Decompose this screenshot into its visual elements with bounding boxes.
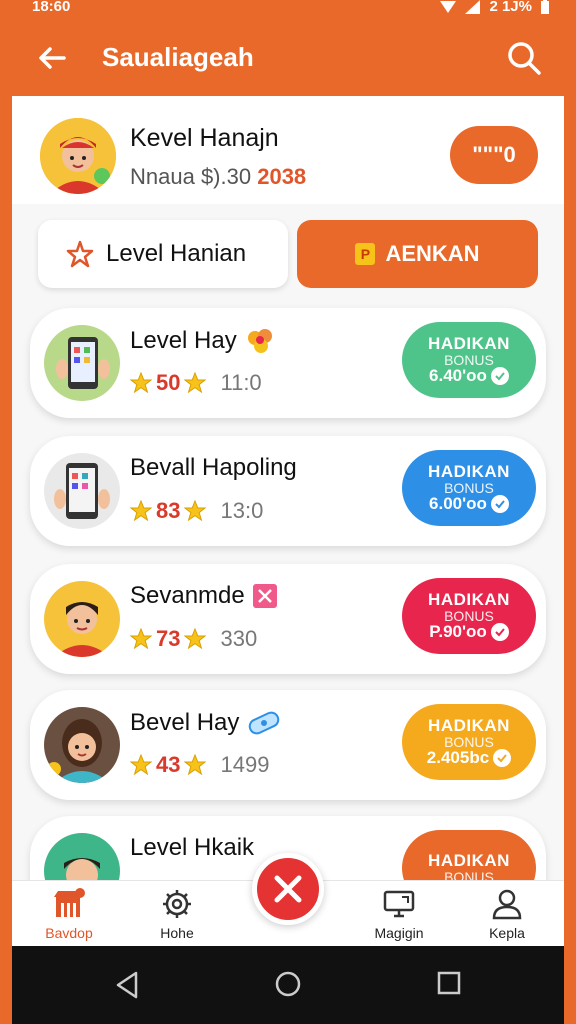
bonus-badge[interactable]: HADIKAN BONUS 6.00'oo xyxy=(402,450,536,526)
bonus-badge[interactable]: HADIKAN BONUS 2.405bc xyxy=(402,704,536,780)
system-nav-bar xyxy=(12,946,564,1024)
battery-text: 2 1J% xyxy=(489,0,532,15)
nav-kepla-label: Kepla xyxy=(489,925,525,941)
star-icon xyxy=(184,372,207,394)
bottom-nav: Bavdop Hohe Magigin Kepla xyxy=(12,853,564,946)
content-area: Kevel Hanajn Nnaua $).30 2038 """0 Level… xyxy=(12,96,564,880)
bonus-badge[interactable]: HADIKAN BONUS 6.40'oo xyxy=(402,322,536,398)
list-item[interactable]: Bevel Hay 43 1499 HADIKAN BONUS 2.405bc xyxy=(30,690,546,800)
star-icon xyxy=(130,372,152,394)
nav-hohe-label: Hohe xyxy=(160,925,194,941)
avatar xyxy=(44,581,120,657)
nav-bavdop[interactable]: Bavdop xyxy=(24,887,114,941)
item-name: Level Hay xyxy=(130,327,237,354)
item-name: Bevall Hapoling xyxy=(130,454,297,481)
search-icon[interactable] xyxy=(504,38,544,78)
item-extra: 11:0 xyxy=(220,370,262,395)
home-circle-icon[interactable] xyxy=(274,970,302,998)
check-icon xyxy=(490,495,509,514)
profile-points: 2038 xyxy=(257,164,307,189)
avatar xyxy=(44,453,120,529)
bonus-badge[interactable]: HADIKAN BONUS P.90'oo xyxy=(402,578,536,654)
item-score: 43 xyxy=(156,752,181,777)
avatar xyxy=(44,833,120,880)
nav-magigin-label: Magigin xyxy=(374,925,424,941)
tab-aenkan-label: AENKAN xyxy=(385,241,480,266)
nav-bavdop-label: Bavdop xyxy=(45,925,93,941)
item-score: 73 xyxy=(156,626,181,651)
recents-square-icon[interactable] xyxy=(436,970,462,996)
check-icon xyxy=(490,623,509,642)
app-bar: Saualiageah xyxy=(12,20,564,96)
back-triangle-icon[interactable] xyxy=(114,970,140,1000)
star-icon xyxy=(184,754,207,776)
list-item[interactable]: Level Hay 50 11:0 HADIKAN BONUS 6.40'oo xyxy=(30,308,546,418)
list-item[interactable]: Sevanmde 73 330 HADIKAN BONUS P.90'oo xyxy=(30,564,546,674)
bonus-badge[interactable]: HADIKAN BONUS xyxy=(402,830,536,880)
status-bar: 18:60 2 1J% xyxy=(12,0,564,20)
profile-sub: Nnaua $).30 2038 xyxy=(130,164,307,189)
shop-icon xyxy=(54,888,85,917)
tab-level-hanian-label: Level Hanian xyxy=(106,240,247,267)
tab-bar: Level Hanian P AENKAN xyxy=(38,220,538,288)
bandage-icon xyxy=(249,711,280,735)
tab-aenkan[interactable]: P AENKAN xyxy=(297,220,538,288)
gear-icon xyxy=(163,890,191,918)
item-score: 83 xyxy=(156,498,181,523)
close-box-icon xyxy=(252,584,277,608)
signal-icon xyxy=(465,0,481,14)
profile-pill-button[interactable]: """0 xyxy=(450,126,538,184)
star-icon xyxy=(130,628,152,650)
nav-magigin[interactable]: Magigin xyxy=(354,887,444,941)
star-icon xyxy=(130,500,152,522)
avatar xyxy=(44,707,120,783)
nav-kepla[interactable]: Kepla xyxy=(462,887,552,941)
battery-icon xyxy=(541,0,549,14)
item-extra: 13:0 xyxy=(220,498,264,523)
check-icon xyxy=(490,367,509,386)
avatar xyxy=(44,325,120,401)
phone-screen: 18:60 2 1J% Saualiageah Kevel Hanajn Nna… xyxy=(12,0,564,1024)
close-fab-button[interactable] xyxy=(252,853,324,925)
star-outline-icon xyxy=(66,240,94,268)
profile-name: Kevel Hanajn xyxy=(130,124,279,152)
star-icon xyxy=(130,754,152,776)
close-icon xyxy=(274,875,302,903)
back-arrow-icon[interactable] xyxy=(34,40,70,76)
page-title: Saualiageah xyxy=(102,42,254,72)
monitor-icon xyxy=(383,890,415,918)
star-icon xyxy=(184,628,207,650)
list-item[interactable]: Bevall Hapoling 83 13:0 HADIKAN BONUS 6.… xyxy=(30,436,546,546)
star-icon xyxy=(184,500,207,522)
check-icon xyxy=(493,749,512,768)
tab-level-hanian[interactable]: Level Hanian xyxy=(38,220,288,288)
flower-icon xyxy=(247,329,272,353)
avatar xyxy=(40,118,116,194)
tab-aenkan-chip: P xyxy=(355,243,376,265)
item-name: Bevel Hay xyxy=(130,709,240,736)
item-name: Sevanmde xyxy=(130,582,245,609)
item-extra: 1499 xyxy=(220,752,270,777)
user-icon xyxy=(492,889,522,920)
item-score: 50 xyxy=(156,370,181,395)
nav-hohe[interactable]: Hohe xyxy=(132,887,222,941)
profile-header: Kevel Hanajn Nnaua $).30 2038 """0 xyxy=(12,96,564,204)
item-name: Level Hkaik xyxy=(130,834,255,861)
wifi-icon xyxy=(440,0,457,13)
item-extra: 330 xyxy=(220,626,258,651)
status-time: 18:60 xyxy=(32,0,71,15)
